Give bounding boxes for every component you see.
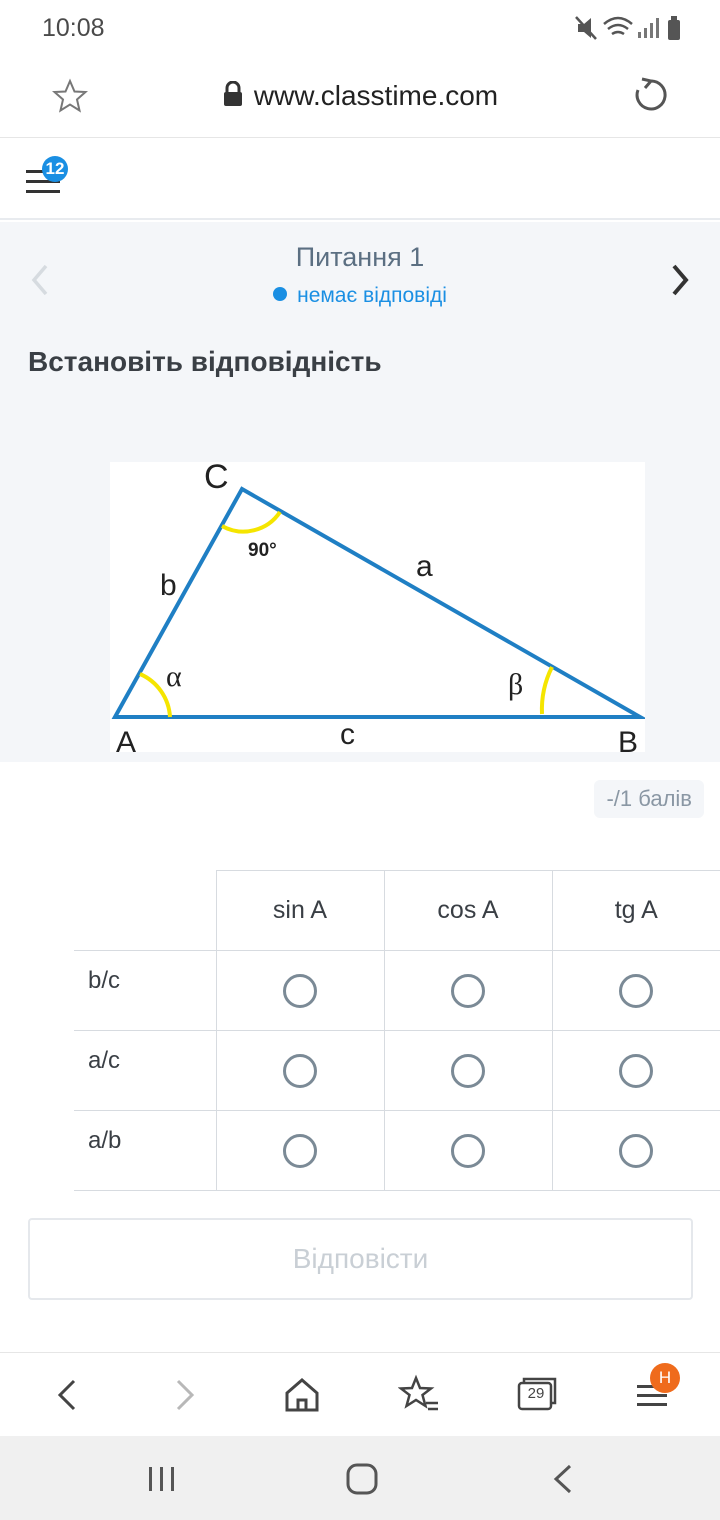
radio-button[interactable]: [283, 1133, 317, 1168]
column-header: cos A: [383, 870, 552, 951]
side-label-c: c: [340, 718, 355, 751]
question-prompt: Встановіть відповідність: [28, 346, 382, 377]
home-icon[interactable]: [280, 1373, 324, 1417]
matrix-row: a/c: [74, 1030, 720, 1111]
vertex-label-a: A: [116, 726, 136, 752]
column-header: tg A: [551, 870, 720, 951]
radio-button[interactable]: [619, 973, 654, 1008]
row-label: a/b: [74, 1110, 216, 1191]
status-bar: 10:08: [0, 0, 720, 56]
mute-icon: [575, 16, 597, 40]
tabs-button[interactable]: 29: [514, 1373, 558, 1417]
radio-button[interactable]: [283, 1053, 317, 1088]
question-panel: Питання 1 немає відповіді Встановіть від…: [0, 222, 720, 762]
matrix-cell: [383, 950, 552, 1031]
column-header: sin A: [215, 870, 384, 951]
url-text: www.classtime.com: [253, 80, 499, 111]
notification-badge: 12: [42, 156, 68, 182]
matrix-cell: [551, 950, 720, 1031]
radio-button[interactable]: [619, 1133, 654, 1168]
radio-button[interactable]: [451, 1053, 485, 1088]
right-angle-arc: [221, 510, 282, 534]
angle-label-beta: β: [508, 668, 523, 701]
status-time: 10:08: [42, 14, 105, 42]
submit-answer-button[interactable]: Відповісти: [28, 1218, 693, 1300]
answer-status: немає відповіді: [0, 284, 720, 308]
battery-icon: [668, 16, 680, 40]
question-title: Питання 1: [295, 242, 425, 272]
side-label-a: a: [416, 550, 433, 583]
radio-button[interactable]: [451, 1133, 485, 1168]
app-header: 12: [0, 138, 720, 220]
status-icons: [575, 16, 680, 40]
radio-button[interactable]: [283, 973, 317, 1008]
row-label: b/c: [74, 950, 216, 1031]
browser-toolbar: 29 Н: [0, 1352, 720, 1436]
beta-arc: [539, 666, 554, 715]
matrix-cell: [215, 1110, 384, 1191]
signal-icon: [638, 18, 659, 38]
url-bar: www.classtime.com: [0, 56, 720, 138]
home-nav-icon[interactable]: [342, 1462, 382, 1496]
points-badge: -/1 балів: [594, 780, 704, 818]
matrix-cell: [383, 1030, 552, 1111]
matrix-cell: [551, 1110, 720, 1191]
matrix-cell: [215, 1030, 384, 1111]
triangle-shape: [111, 486, 645, 719]
system-navigation-bar: [0, 1436, 720, 1520]
matrix-corner: [74, 870, 216, 951]
matrix-cell: [215, 950, 384, 1031]
matrix-row: a/b: [74, 1110, 720, 1191]
recent-apps-icon[interactable]: [142, 1462, 182, 1496]
bookmarks-icon[interactable]: [398, 1373, 442, 1417]
back-nav-icon[interactable]: [544, 1462, 584, 1496]
forward-icon[interactable]: [162, 1373, 206, 1417]
radio-button[interactable]: [451, 973, 485, 1008]
status-dot-icon: [273, 287, 288, 301]
side-label-b: b: [160, 569, 177, 602]
reload-icon[interactable]: [632, 76, 670, 114]
triangle-figure: C A B b a c α β 90°: [110, 462, 645, 752]
tabs-count: 29: [527, 1385, 545, 1402]
matching-matrix: sin A cos A tg A b/c a/c a/b: [74, 870, 720, 1191]
next-question-icon[interactable]: [666, 262, 694, 298]
row-label: a/c: [74, 1030, 216, 1111]
matrix-header-row: sin A cos A tg A: [74, 870, 720, 951]
matrix-row: b/c: [74, 950, 720, 1031]
matrix-cell: [383, 1110, 552, 1191]
angle-label-right: 90°: [248, 540, 277, 561]
radio-button[interactable]: [619, 1053, 654, 1088]
menu-badge: Н: [650, 1363, 680, 1393]
back-icon[interactable]: [46, 1373, 90, 1417]
address-field[interactable]: www.classtime.com: [0, 80, 720, 112]
matrix-cell: [551, 1030, 720, 1111]
answer-status-text: немає відповіді: [297, 284, 447, 307]
lock-icon: [223, 81, 242, 106]
angle-label-alpha: α: [166, 660, 182, 693]
vertex-label-c: C: [204, 462, 229, 496]
wifi-icon: [603, 16, 633, 36]
vertex-label-b: B: [618, 726, 638, 752]
